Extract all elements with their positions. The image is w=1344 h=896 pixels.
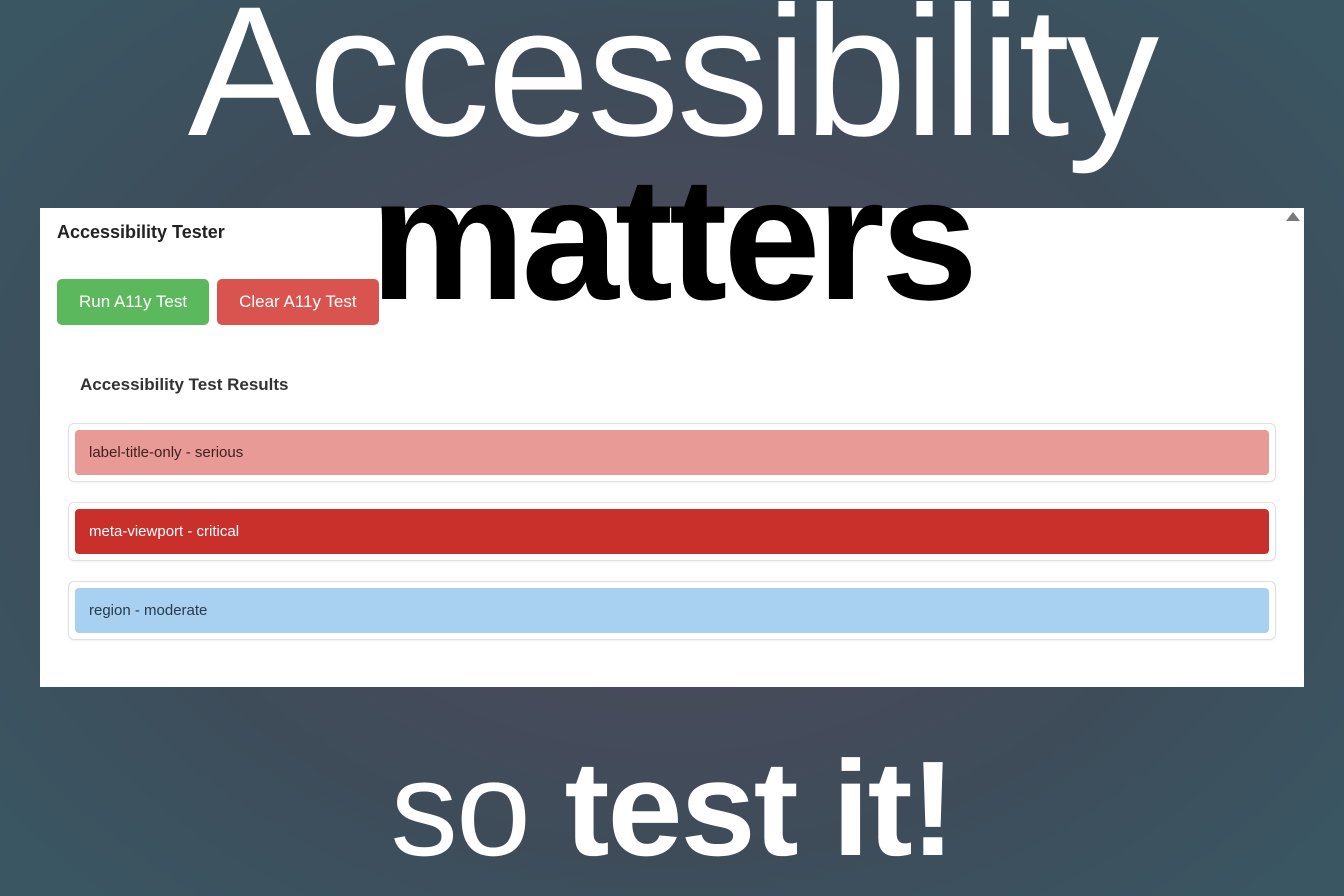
result-bar-serious: label-title-only - serious [75,430,1269,475]
hero-word-so: so [390,733,564,884]
accessibility-tester-panel: Accessibility Tester Run A11y Test Clear… [40,208,1304,687]
hero-word-accessibility: Accessibility [0,0,1344,165]
results-header: Accessibility Test Results [40,325,1304,395]
result-bar-critical: meta-viewport - critical [75,509,1269,554]
result-card[interactable]: meta-viewport - critical [68,502,1276,561]
panel-title: Accessibility Tester [40,208,1304,243]
run-a11y-test-button[interactable]: Run A11y Test [57,279,209,325]
result-card[interactable]: label-title-only - serious [68,423,1276,482]
hero-line-test-it: so test it! [0,741,1344,876]
clear-a11y-test-button[interactable]: Clear A11y Test [217,279,379,325]
hero-word-test-it: test it! [565,733,954,884]
button-row: Run A11y Test Clear A11y Test [40,243,1304,325]
result-card[interactable]: region - moderate [68,581,1276,640]
scroll-up-icon[interactable] [1286,212,1300,221]
results-list: label-title-only - serious meta-viewport… [40,395,1304,640]
result-bar-moderate: region - moderate [75,588,1269,633]
